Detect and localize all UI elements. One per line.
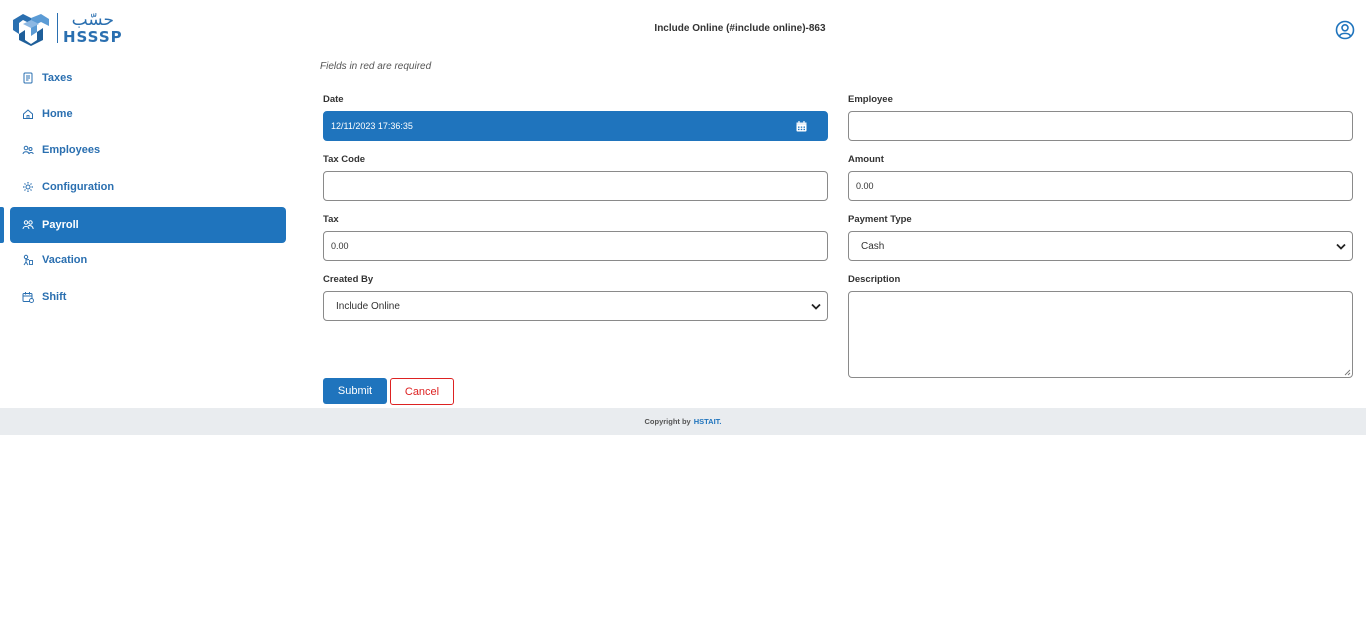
sidebar-item-payroll[interactable]: Payroll (10, 207, 286, 243)
resize-grip-icon[interactable] (1343, 368, 1351, 376)
home-icon (23, 109, 33, 119)
sidebar-item-label: Vacation (42, 254, 88, 266)
user-profile-icon[interactable] (1335, 20, 1355, 40)
date-label: Date (323, 94, 344, 105)
amount-value: 0.00 (856, 181, 874, 191)
sidebar-item-label: Payroll (42, 219, 79, 231)
amount-label: Amount (848, 154, 884, 165)
tax-code-label: Tax Code (323, 154, 366, 165)
users-icon (22, 145, 34, 155)
sidebar-item-taxes[interactable]: Taxes (10, 60, 286, 96)
header: حسّب HSSSP Include Online (#include onli… (0, 0, 1366, 60)
employee-field[interactable] (848, 111, 1353, 141)
cancel-button[interactable]: Cancel (390, 378, 454, 405)
sidebar-item-label: Taxes (42, 72, 73, 84)
date-value: 12/11/2023 17:36:35 (331, 121, 413, 131)
page-title: Include Online (#include online)-863 (654, 23, 826, 34)
shift-icon (22, 292, 34, 303)
employee-label: Employee (848, 94, 893, 105)
sidebar-item-label: Shift (42, 291, 67, 303)
description-textarea[interactable] (848, 291, 1353, 378)
created-by-value: Include Online (336, 300, 400, 312)
sidebar-item-shift[interactable]: Shift (10, 279, 286, 315)
description-label: Description (848, 274, 901, 285)
created-by-select[interactable]: Include Online (323, 291, 828, 321)
payment-type-label: Payment Type (848, 214, 912, 225)
tax-label: Tax (323, 214, 339, 225)
amount-field[interactable]: 0.00 (848, 171, 1353, 201)
sidebar-item-label: Configuration (42, 181, 115, 193)
copyright-text: Copyright by (644, 417, 691, 426)
payment-type-value: Cash (861, 240, 885, 252)
vacation-icon (23, 254, 33, 266)
date-field[interactable]: 12/11/2023 17:36:35 (323, 111, 828, 141)
sidebar-item-label: Home (42, 108, 73, 120)
tax-field[interactable]: 0.00 (323, 231, 828, 261)
required-fields-note: Fields in red are required (320, 61, 432, 72)
document-icon (23, 72, 33, 84)
tax-code-field[interactable] (323, 171, 828, 201)
sidebar-item-configuration[interactable]: Configuration (10, 169, 286, 205)
sidebar-item-home[interactable]: Home (10, 96, 286, 132)
footer-brand-link[interactable]: HSTAIT. (694, 417, 722, 426)
submit-button[interactable]: Submit (323, 378, 387, 404)
payment-type-select[interactable]: Cash (848, 231, 1353, 261)
gear-icon (23, 182, 33, 192)
chevron-down-icon (1336, 243, 1346, 250)
footer: Copyright by HSTAIT. (0, 408, 1366, 435)
chevron-down-icon (811, 303, 821, 310)
sidebar-item-vacation[interactable]: Vacation (10, 242, 286, 278)
created-by-label: Created By (323, 274, 374, 285)
active-nav-marker (0, 207, 4, 243)
sidebar-item-employees[interactable]: Employees (10, 132, 286, 168)
calendar-icon[interactable] (796, 120, 807, 132)
payroll-icon (22, 220, 34, 230)
sidebar-item-label: Employees (42, 144, 101, 156)
tax-value: 0.00 (331, 241, 349, 251)
